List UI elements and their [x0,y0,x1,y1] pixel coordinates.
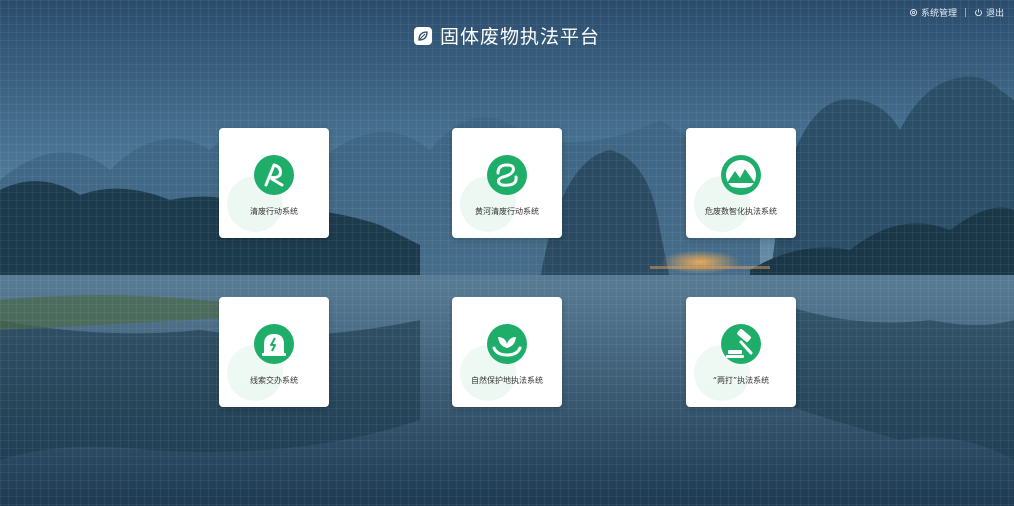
system-settings-label: 系统管理 [920,9,957,19]
hand-plant-icon [487,324,527,364]
logout-link[interactable]: 退出 [974,6,1004,19]
yellow-river-icon [487,155,527,195]
system-card-yellow-river[interactable]: 黄河清废行动系统 [452,128,562,238]
system-card-clean-waste[interactable]: 清废行动系统 [219,128,329,238]
system-card-label: 自然保护地执法系统 [471,376,543,385]
system-card-label: 线索交办系统 [250,376,298,385]
system-card-label: “两打”执法系统 [712,376,770,385]
page-title: 固体废物执法平台 [439,26,600,48]
topbar-divider [964,8,966,17]
power-icon [975,8,982,17]
system-settings-link[interactable]: 系统管理 [909,6,957,19]
leaf-logo-icon [413,26,432,45]
system-card-label: 黄河清废行动系统 [475,207,539,216]
system-card-hazardous-waste[interactable]: 危废数智化执法系统 [686,128,796,238]
system-card-nature-reserve[interactable]: 自然保护地执法系统 [452,297,562,407]
logout-label: 退出 [985,9,1004,19]
top-bar: 系统管理 退出 [909,6,1004,19]
background-scenery [0,0,1014,506]
mountain-emblem-icon [721,155,761,195]
system-card-label: 危废数智化执法系统 [705,207,777,216]
page-header: 固体废物执法平台 [0,22,1014,49]
system-card-two-strikes[interactable]: “两打”执法系统 [686,297,796,407]
alarm-bell-icon [254,324,294,364]
system-card-clue-assignment[interactable]: 线索交办系统 [219,297,329,407]
gavel-icon [721,324,761,364]
gear-icon [909,8,917,17]
system-card-label: 清废行动系统 [250,207,298,216]
clean-waste-icon [254,155,294,195]
